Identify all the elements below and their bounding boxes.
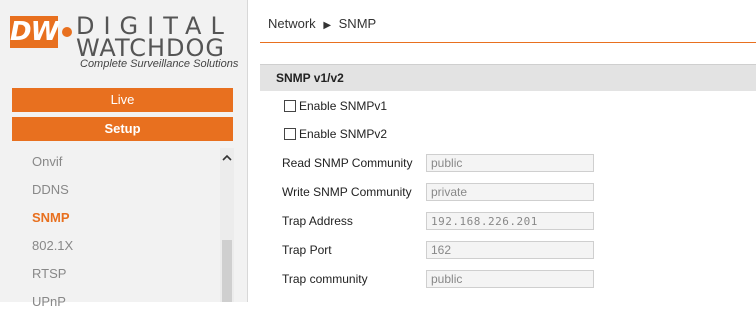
section-title: SNMP v1/v2 [276, 71, 344, 85]
sidebar-item-snmp[interactable]: SNMP [0, 204, 220, 232]
chevron-up-icon[interactable] [220, 152, 234, 166]
enable-snmpv2-option[interactable]: Enable SNMPv2 [284, 125, 387, 143]
trap-community-label: Trap community [282, 272, 368, 286]
sidebar-item-onvif[interactable]: Onvif [0, 148, 220, 176]
sidebar-item-upnp[interactable]: UPnP [0, 288, 220, 316]
sidebar-item-8021x[interactable]: 802.1X [0, 232, 220, 260]
breadcrumb-arrow-icon: ▶ [323, 20, 332, 31]
brand-logo: DW DIGITAL WATCHDOG Complete Surveillanc… [10, 10, 238, 74]
enable-snmpv1-option[interactable]: Enable SNMPv1 [284, 97, 387, 115]
sidebar-item-rtsp[interactable]: RTSP [0, 260, 220, 288]
trap-port-input[interactable] [426, 241, 594, 259]
enable-snmpv1-checkbox[interactable] [284, 100, 296, 112]
scrollbar-thumb[interactable] [222, 240, 232, 302]
live-button[interactable]: Live [12, 88, 233, 112]
setup-button[interactable]: Setup [12, 117, 233, 141]
trap-community-input[interactable] [426, 270, 594, 288]
read-community-label: Read SNMP Community [282, 156, 413, 170]
sidebar: DW DIGITAL WATCHDOG Complete Surveillanc… [0, 0, 248, 309]
enable-snmpv2-checkbox[interactable] [284, 128, 296, 140]
logo-dot [62, 27, 72, 37]
breadcrumb-parent: Network [268, 16, 316, 31]
write-community-input[interactable] [426, 183, 594, 201]
breadcrumb: Network ▶ SNMP [268, 16, 376, 31]
trap-address-label: Trap Address [282, 214, 353, 228]
breadcrumb-divider [260, 42, 756, 43]
read-community-input[interactable] [426, 154, 594, 172]
enable-snmpv2-label: Enable SNMPv2 [299, 127, 388, 141]
brand-tagline: Complete Surveillance Solutions [80, 58, 239, 70]
write-community-label: Write SNMP Community [282, 185, 412, 199]
main-panel: Network ▶ SNMP SNMP v1/v2 Enable SNMPv1 … [248, 0, 756, 302]
trap-address-input[interactable] [426, 212, 594, 230]
sidebar-scrollbar[interactable] [220, 148, 234, 302]
sidebar-menu: Onvif DDNS SNMP 802.1X RTSP UPnP [0, 148, 220, 316]
trap-port-label: Trap Port [282, 243, 332, 257]
sidebar-item-ddns[interactable]: DDNS [0, 176, 220, 204]
section-header: SNMP v1/v2 [260, 64, 756, 91]
logo-mark: DW [10, 16, 59, 48]
breadcrumb-current: SNMP [338, 16, 377, 31]
enable-snmpv1-label: Enable SNMPv1 [299, 99, 388, 113]
